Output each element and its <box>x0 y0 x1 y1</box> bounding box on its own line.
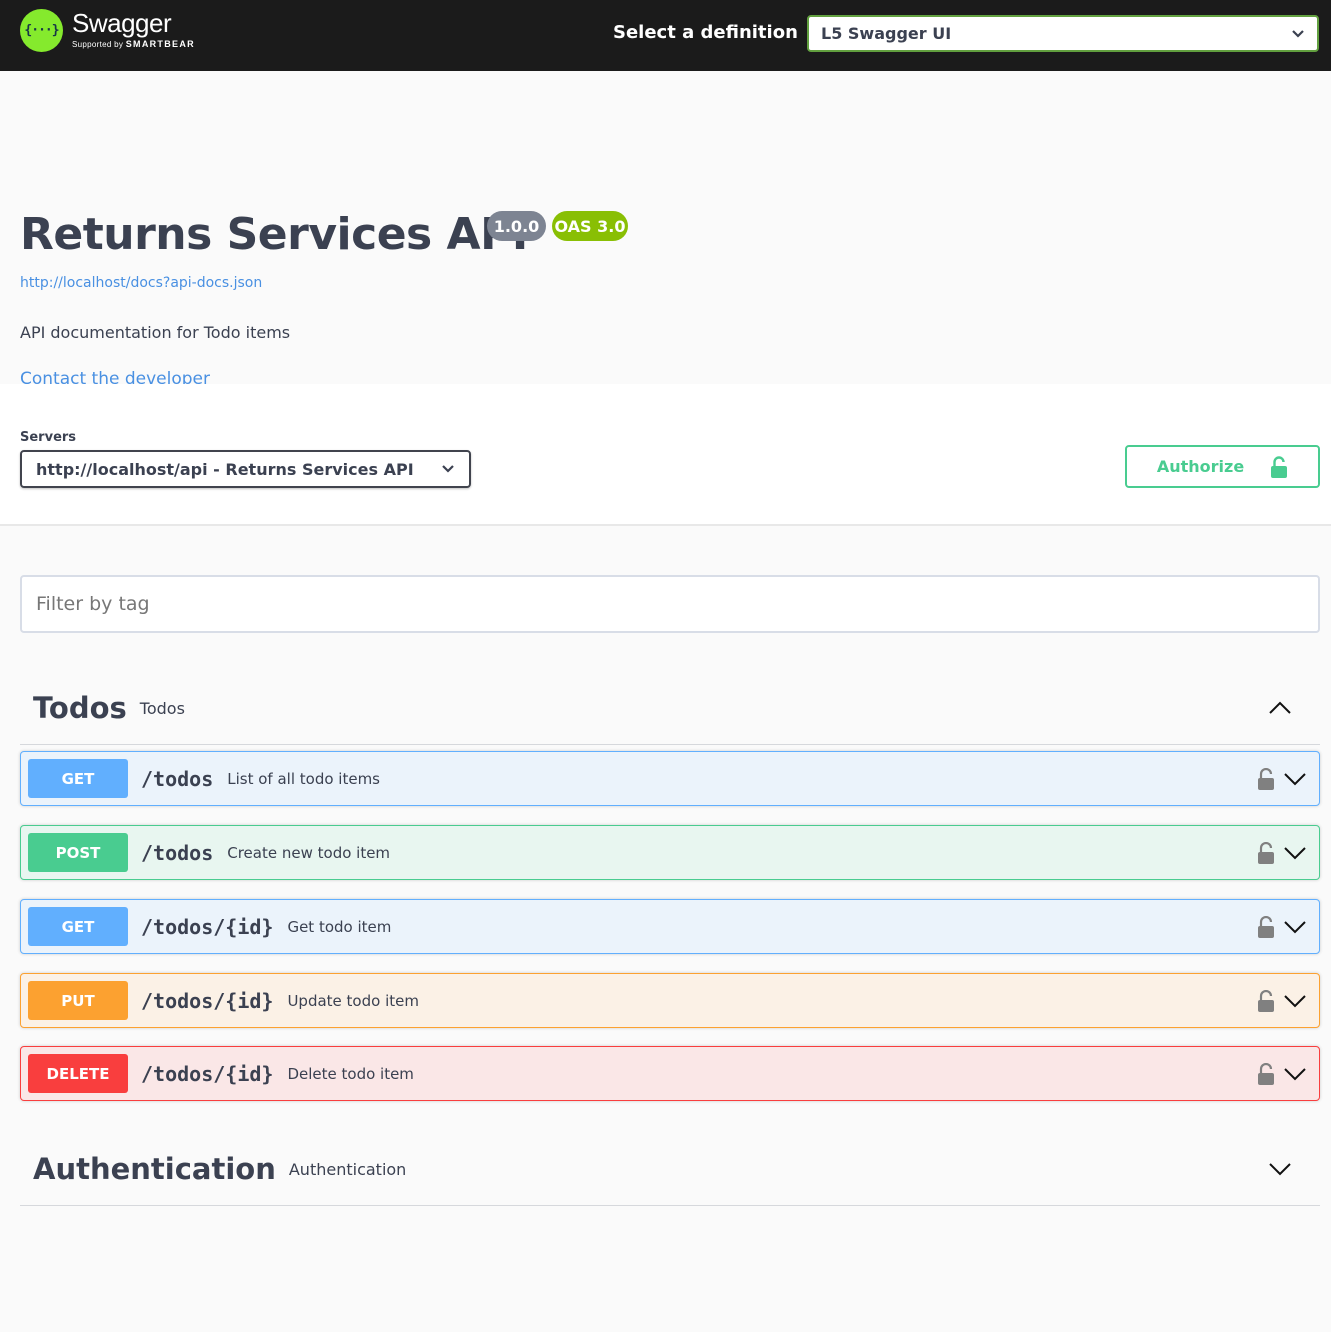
method-badge: GET <box>28 759 128 798</box>
chevron-up-icon[interactable] <box>1268 701 1292 715</box>
operation-icons <box>1257 915 1307 938</box>
filter-input[interactable]: Filter by tag <box>20 575 1320 633</box>
oas-badge: OAS 3.0 <box>552 211 628 241</box>
lock-icon[interactable] <box>1257 915 1275 938</box>
tag-section-authentication[interactable]: Authentication Authentication <box>20 1133 1320 1206</box>
chevron-down-icon <box>1292 29 1304 38</box>
topbar: {···} Swagger Supported by SMARTBEAR Sel… <box>0 0 1331 71</box>
servers-section: Servers http://localhost/api - Returns S… <box>0 384 1331 526</box>
operation-path: /todos <box>141 840 214 865</box>
authorize-label: Authorize <box>1156 457 1245 476</box>
definition-select[interactable]: L5 Swagger UI <box>807 15 1319 52</box>
method-badge: GET <box>28 907 128 946</box>
chevron-down-icon <box>442 465 454 473</box>
method-badge: DELETE <box>28 1054 128 1093</box>
swagger-logo-sub: Supported by SMARTBEAR <box>72 40 195 49</box>
api-info: Returns Services API 1.0.0 OAS 3.0 http:… <box>0 71 1331 389</box>
operation-delete-todo-by-id[interactable]: DELETE /todos/{id} Delete todo item <box>20 1046 1320 1101</box>
tag-description: Todos <box>139 698 185 718</box>
version-badge: 1.0.0 <box>487 211 546 241</box>
tag-name: Authentication <box>33 1152 276 1186</box>
operation-path: /todos/{id} <box>141 988 274 1013</box>
operation-path: /todos <box>141 766 214 791</box>
swagger-logo-name: Swagger <box>72 8 172 38</box>
chevron-down-icon[interactable] <box>1283 1067 1307 1081</box>
swagger-logo[interactable]: {···} Swagger Supported by SMARTBEAR <box>20 9 195 52</box>
operation-put-todo-by-id[interactable]: PUT /todos/{id} Update todo item <box>20 973 1320 1028</box>
authorize-button[interactable]: Authorize <box>1125 445 1320 488</box>
swagger-logo-sub-brand: SMARTBEAR <box>125 39 195 49</box>
swagger-logo-sub-prefix: Supported by <box>72 40 124 49</box>
server-select-value: http://localhost/api - Returns Services … <box>36 459 414 479</box>
operation-get-todos[interactable]: GET /todos List of all todo items <box>20 751 1320 806</box>
operation-icons <box>1257 767 1307 790</box>
chevron-down-icon[interactable] <box>1283 846 1307 860</box>
operation-get-todo-by-id[interactable]: GET /todos/{id} Get todo item <box>20 899 1320 954</box>
tag-name: Todos <box>33 691 127 725</box>
chevron-down-icon[interactable] <box>1283 772 1307 786</box>
operation-icons <box>1257 841 1307 864</box>
operation-summary: Delete todo item <box>287 1064 414 1083</box>
tag-description: Authentication <box>288 1159 407 1179</box>
chevron-down-icon[interactable] <box>1283 920 1307 934</box>
servers-label: Servers <box>20 430 77 445</box>
lock-icon[interactable] <box>1257 989 1275 1012</box>
operation-post-todos[interactable]: POST /todos Create new todo item <box>20 825 1320 880</box>
page-title: Returns Services API <box>20 209 528 260</box>
method-badge: POST <box>28 833 128 872</box>
lock-icon[interactable] <box>1257 767 1275 790</box>
definition-label: Select a definition <box>613 22 798 43</box>
unlock-icon <box>1271 455 1288 478</box>
swagger-logo-text: Swagger Supported by SMARTBEAR <box>72 8 195 49</box>
operation-icons <box>1257 989 1307 1012</box>
api-description: API documentation for Todo items <box>20 323 291 342</box>
operation-summary: Get todo item <box>287 917 392 936</box>
lock-icon[interactable] <box>1257 841 1275 864</box>
lock-icon[interactable] <box>1257 1062 1275 1085</box>
chevron-down-icon[interactable] <box>1283 994 1307 1008</box>
server-select[interactable]: http://localhost/api - Returns Services … <box>20 450 471 488</box>
operation-summary: Update todo item <box>287 991 419 1010</box>
api-docs-link[interactable]: http://localhost/docs?api-docs.json <box>20 275 262 291</box>
chevron-down-icon[interactable] <box>1268 1162 1292 1176</box>
operation-path: /todos/{id} <box>141 1061 274 1086</box>
tag-section-todos[interactable]: Todos Todos <box>20 672 1320 745</box>
swagger-logo-glyph: {···} <box>24 23 59 38</box>
operation-summary: Create new todo item <box>227 843 391 862</box>
operation-summary: List of all todo items <box>227 769 380 788</box>
method-badge: PUT <box>28 981 128 1020</box>
operation-icons <box>1257 1062 1307 1085</box>
swagger-logo-icon: {···} <box>20 9 63 52</box>
operation-path: /todos/{id} <box>141 914 274 939</box>
definition-select-value: L5 Swagger UI <box>821 24 952 43</box>
